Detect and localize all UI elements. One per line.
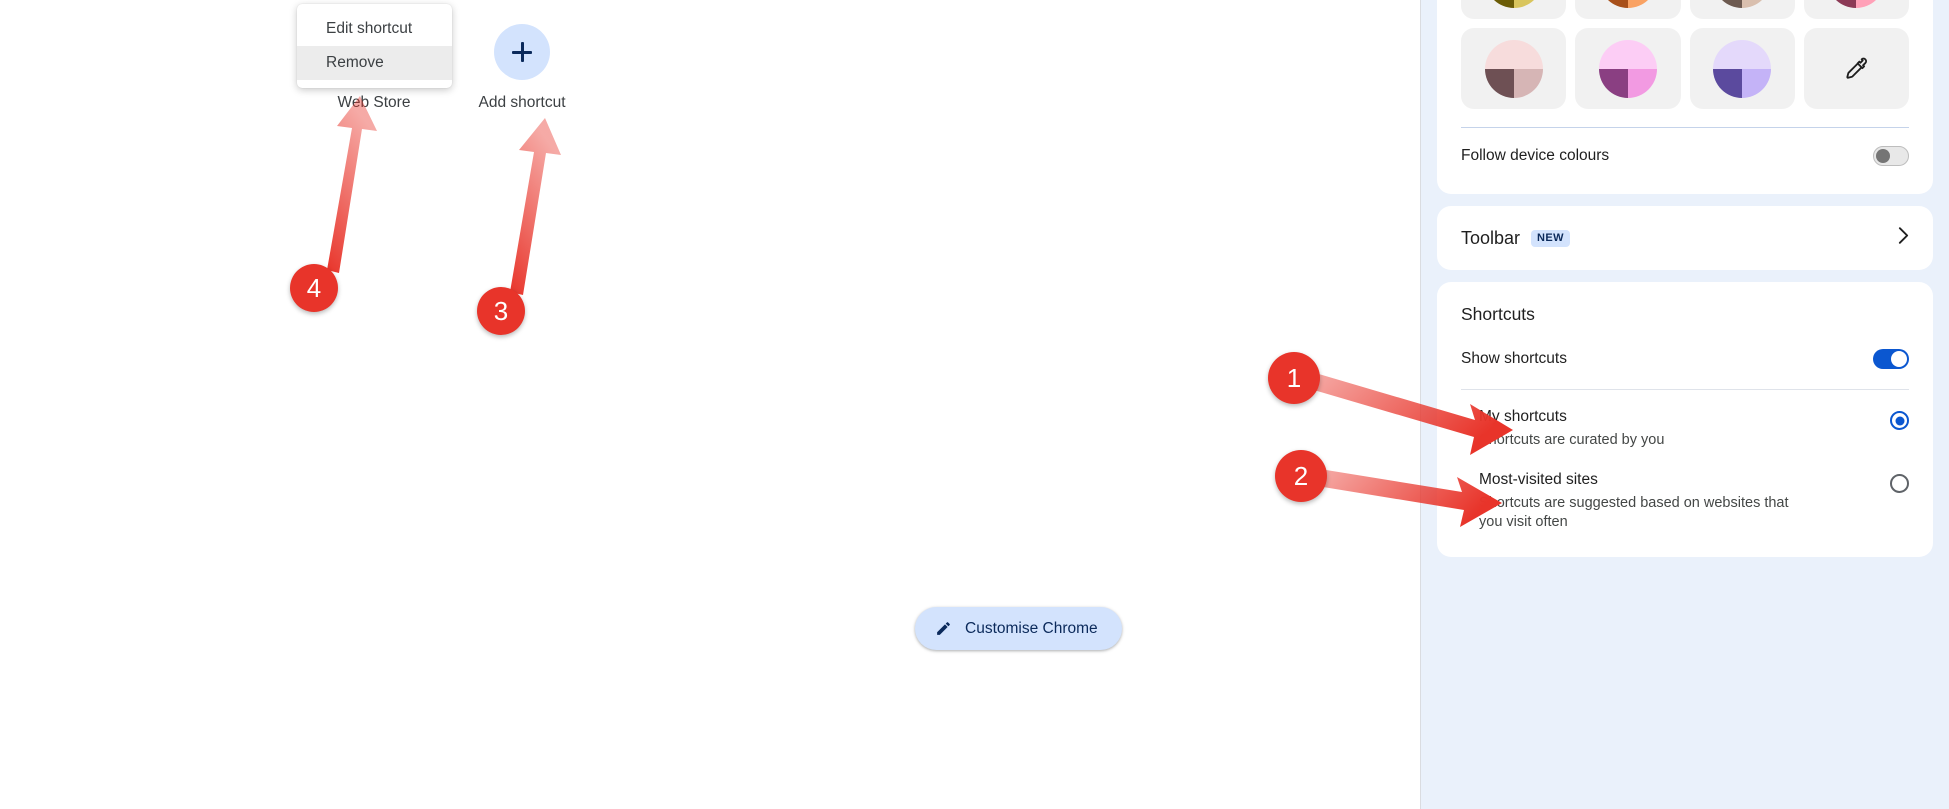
- follow-device-colours-label: Follow device colours: [1461, 147, 1610, 164]
- toolbar-row[interactable]: Toolbar NEW: [1461, 206, 1909, 270]
- custom-colour-button[interactable]: [1803, 28, 1909, 109]
- my-shortcuts-radio[interactable]: [1890, 411, 1909, 430]
- colour-swatch-pink-purple[interactable]: [1575, 28, 1681, 109]
- shortcuts-card: Shortcuts Show shortcuts My shortcuts Sh…: [1437, 282, 1933, 557]
- colour-swatch-beige-taupe[interactable]: [1689, 0, 1795, 19]
- pencil-icon: [935, 620, 952, 637]
- swatch-preview: [1598, 39, 1657, 98]
- colour-swatch-peach-brown[interactable]: [1575, 0, 1681, 19]
- show-shortcuts-toggle[interactable]: [1873, 349, 1909, 369]
- swatch-preview: [1484, 39, 1543, 98]
- toolbar-card[interactable]: Toolbar NEW: [1437, 206, 1933, 270]
- toolbar-new-badge: NEW: [1531, 229, 1570, 247]
- toggle-knob: [1891, 351, 1907, 367]
- plus-icon: [512, 42, 532, 62]
- radio-option-my-shortcuts[interactable]: My shortcuts Shortcuts are curated by yo…: [1461, 394, 1909, 457]
- colour-swatch-grid: [1461, 0, 1909, 109]
- colour-swatch-yellow-olive[interactable]: [1461, 0, 1567, 19]
- colour-swatch-pink-maroon[interactable]: [1803, 0, 1909, 19]
- my-shortcuts-title: My shortcuts: [1479, 408, 1567, 425]
- my-shortcuts-description: Shortcuts are curated by you: [1479, 432, 1665, 448]
- colour-swatch-lavender-violet[interactable]: [1689, 28, 1795, 109]
- new-tab-page: Web Store Add shortcut Edit shortcut Rem…: [0, 0, 1421, 809]
- colours-card: Follow device colours: [1437, 0, 1933, 194]
- screenshot-root: Web Store Add shortcut Edit shortcut Rem…: [0, 0, 1949, 809]
- follow-device-colours-toggle[interactable]: [1873, 146, 1909, 166]
- most-visited-sites-radio[interactable]: [1890, 473, 1909, 493]
- add-shortcut-label: Add shortcut: [478, 94, 566, 111]
- swatch-preview: [1713, 39, 1772, 98]
- follow-device-colours-row[interactable]: Follow device colours: [1461, 128, 1909, 184]
- add-shortcut-circle: [494, 24, 550, 80]
- context-menu-item-edit-shortcut[interactable]: Edit shortcut: [297, 12, 452, 46]
- swatch-preview: [1484, 0, 1543, 8]
- shortcuts-section-title: Shortcuts: [1461, 304, 1535, 324]
- show-shortcuts-label: Show shortcuts: [1461, 350, 1567, 367]
- add-shortcut-tile[interactable]: Add shortcut: [466, 24, 578, 112]
- show-shortcuts-row[interactable]: Show shortcuts: [1461, 331, 1909, 387]
- toolbar-label: Toolbar: [1461, 227, 1521, 248]
- swatch-preview: [1713, 0, 1772, 8]
- swatch-preview: [1827, 0, 1886, 8]
- most-visited-sites-title: Most-visited sites: [1479, 470, 1598, 488]
- customise-chrome-label: Customise Chrome: [965, 619, 1098, 637]
- context-menu-item-remove[interactable]: Remove: [297, 46, 452, 80]
- radio-option-most-visited-sites[interactable]: Most-visited sites Shortcuts are suggest…: [1461, 457, 1909, 539]
- swatch-preview: [1598, 0, 1657, 8]
- customise-chrome-button[interactable]: Customise Chrome: [915, 607, 1122, 650]
- chevron-right-icon[interactable]: [1898, 226, 1909, 250]
- eyedropper-icon: [1843, 56, 1869, 82]
- customise-chrome-side-panel: Follow device colours Toolbar NEW Shortc…: [1421, 0, 1949, 809]
- shortcuts-divider: [1461, 389, 1909, 390]
- shortcut-tile-label: Web Store: [337, 94, 411, 111]
- colour-swatch-blush-mauve[interactable]: [1461, 28, 1567, 109]
- toggle-knob: [1876, 149, 1890, 163]
- most-visited-sites-description: Shortcuts are suggested based on website…: [1479, 494, 1789, 531]
- shortcut-context-menu[interactable]: Edit shortcut Remove: [297, 4, 452, 88]
